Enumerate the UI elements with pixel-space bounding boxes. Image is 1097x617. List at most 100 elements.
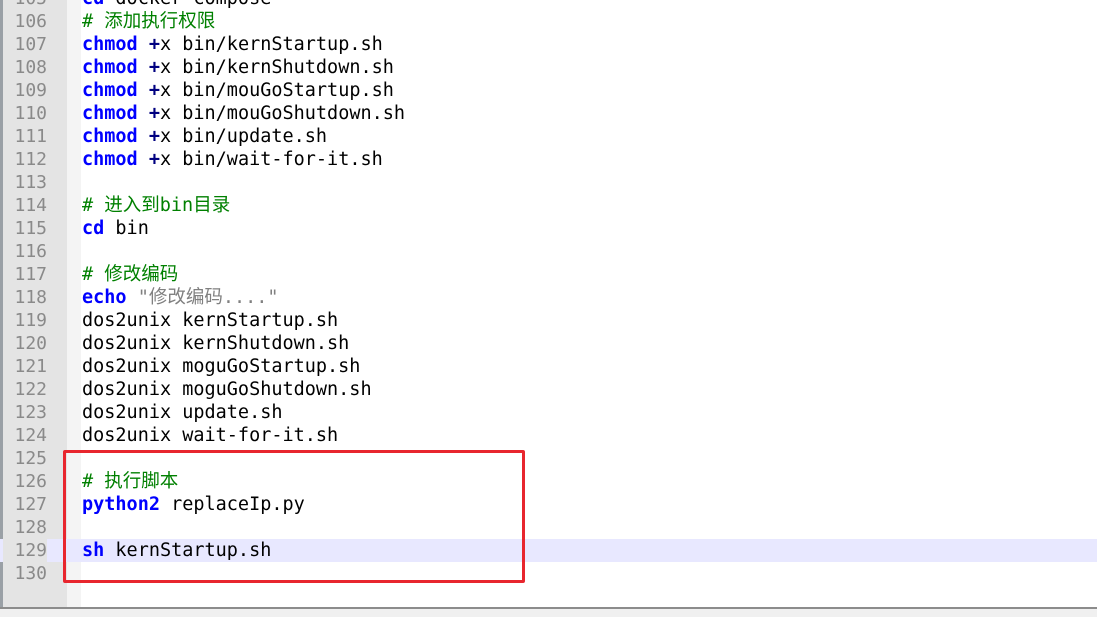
text-token: dos2unix kernStartup.sh [82, 310, 339, 331]
line-number: 128 [14, 517, 47, 538]
line-code: # 添加执行权限 [82, 10, 215, 33]
code-line[interactable]: 118 echo "修改编码...." [0, 286, 1097, 309]
code-line[interactable]: 119 dos2unix kernStartup.sh [0, 309, 1097, 332]
line-number: 124 [14, 425, 47, 446]
code-line[interactable]: 121 dos2unix moguGoStartup.sh [0, 355, 1097, 378]
keyword-token: chmod [82, 149, 138, 170]
horizontal-scrollbar[interactable] [0, 607, 1097, 617]
comment-token: # 进入到bin目录 [82, 195, 231, 216]
line-number: 123 [14, 402, 47, 423]
code-line[interactable]: 123 dos2unix update.sh [0, 401, 1097, 424]
line-number: 111 [14, 126, 47, 147]
line-code: dos2unix kernShutdown.sh [82, 332, 349, 355]
text-token: dos2unix update.sh [82, 402, 283, 423]
line-code: # 进入到bin目录 [82, 194, 230, 217]
line-number: 119 [14, 310, 47, 331]
keyword-token: chmod [82, 34, 138, 55]
text-token: dos2unix wait-for-it.sh [82, 425, 339, 446]
line-code: dos2unix moguGoStartup.sh [82, 355, 360, 378]
keyword-token: chmod [82, 126, 138, 147]
line-code: chmod +x bin/mouGoStartup.sh [82, 79, 394, 102]
line-code: dos2unix wait-for-it.sh [82, 424, 338, 447]
line-code: chmod +x bin/update.sh [82, 125, 327, 148]
line-code: cd docker-compose [82, 0, 271, 10]
line-number: 121 [14, 356, 47, 377]
operator-token: + [148, 149, 160, 170]
code-line[interactable]: 117 # 修改编码 [0, 263, 1097, 286]
code-line[interactable]: 122 dos2unix moguGoShutdown.sh [0, 378, 1097, 401]
red-annotation-box [63, 450, 525, 583]
code-line[interactable]: 120 dos2unix kernShutdown.sh [0, 332, 1097, 355]
line-number: 127 [14, 494, 47, 515]
line-number: 107 [14, 34, 47, 55]
text-token: x bin/wait-for-it.sh [159, 149, 383, 170]
line-number: 130 [14, 563, 47, 584]
line-number: 106 [14, 11, 47, 32]
comment-token: # 修改编码 [82, 264, 179, 285]
line-number: 118 [14, 287, 47, 308]
string-token: "修改编码...." [137, 287, 279, 308]
line-number: 122 [14, 379, 47, 400]
code-line[interactable]: 114 # 进入到bin目录 [0, 194, 1097, 217]
keyword-token: cd [82, 218, 105, 239]
text-token: dos2unix moguGoStartup.sh [82, 356, 361, 377]
code-line[interactable]: 113 [0, 171, 1097, 194]
line-code: chmod +x bin/kernStartup.sh [82, 33, 383, 56]
line-number: 115 [14, 218, 47, 239]
code-editor[interactable]: 105 cd docker-compose 106 # 添加执行权限 107 chmod … [0, 0, 1097, 607]
text-token: x bin/kernShutdown.sh [159, 57, 394, 78]
line-number: 116 [14, 241, 47, 262]
operator-token: + [148, 126, 160, 147]
line-code: dos2unix moguGoShutdown.sh [82, 378, 372, 401]
line-number: 108 [14, 57, 47, 78]
keyword-token: chmod [82, 103, 138, 124]
line-code: chmod +x bin/kernShutdown.sh [82, 56, 394, 79]
text-token: x bin/mouGoStartup.sh [159, 80, 394, 101]
code-line[interactable]: 106 # 添加执行权限 [0, 10, 1097, 33]
keyword-token: chmod [82, 80, 138, 101]
code-line[interactable]: 108 chmod +x bin/kernShutdown.sh [0, 56, 1097, 79]
code-line[interactable]: 116 [0, 240, 1097, 263]
operator-token: + [148, 34, 160, 55]
line-number: 120 [14, 333, 47, 354]
code-line[interactable]: 110 chmod +x bin/mouGoShutdown.sh [0, 102, 1097, 125]
keyword-token: chmod [82, 57, 138, 78]
code-line[interactable]: 107 chmod +x bin/kernStartup.sh [0, 33, 1097, 56]
text-token: x bin/update.sh [159, 126, 328, 147]
operator-token: + [148, 103, 160, 124]
line-number: 117 [14, 264, 47, 285]
code-line[interactable]: 105 cd docker-compose [0, 0, 1097, 10]
text-token: docker-compose [104, 0, 271, 9]
text-token: dos2unix moguGoShutdown.sh [82, 379, 372, 400]
code-line[interactable]: 124 dos2unix wait-for-it.sh [0, 424, 1097, 447]
operator-token: + [148, 80, 160, 101]
text-token: dos2unix kernShutdown.sh [82, 333, 350, 354]
line-number: 126 [14, 471, 47, 492]
code-line[interactable]: 115 cd bin [0, 217, 1097, 240]
line-code: dos2unix update.sh [82, 401, 282, 424]
line-number: 125 [14, 448, 47, 469]
line-code: echo "修改编码...." [82, 286, 279, 309]
line-code: chmod +x bin/mouGoShutdown.sh [82, 102, 405, 125]
code-line[interactable]: 109 chmod +x bin/mouGoStartup.sh [0, 79, 1097, 102]
keyword-token: cd [82, 0, 104, 9]
code-line[interactable]: 111 chmod +x bin/update.sh [0, 125, 1097, 148]
line-number: 129 [3, 539, 47, 562]
keyword-token: echo [82, 287, 127, 308]
line-number: 105 [3, 0, 47, 10]
comment-token: # 添加执行权限 [82, 11, 216, 32]
line-code: chmod +x bin/wait-for-it.sh [82, 148, 383, 171]
line-number: 109 [14, 80, 47, 101]
operator-token: + [148, 57, 160, 78]
text-token: x bin/kernStartup.sh [159, 34, 383, 55]
line-number: 114 [14, 195, 47, 216]
code-line[interactable]: 112 chmod +x bin/wait-for-it.sh [0, 148, 1097, 171]
line-code: cd bin [82, 217, 149, 240]
text-token: x bin/mouGoShutdown.sh [159, 103, 406, 124]
